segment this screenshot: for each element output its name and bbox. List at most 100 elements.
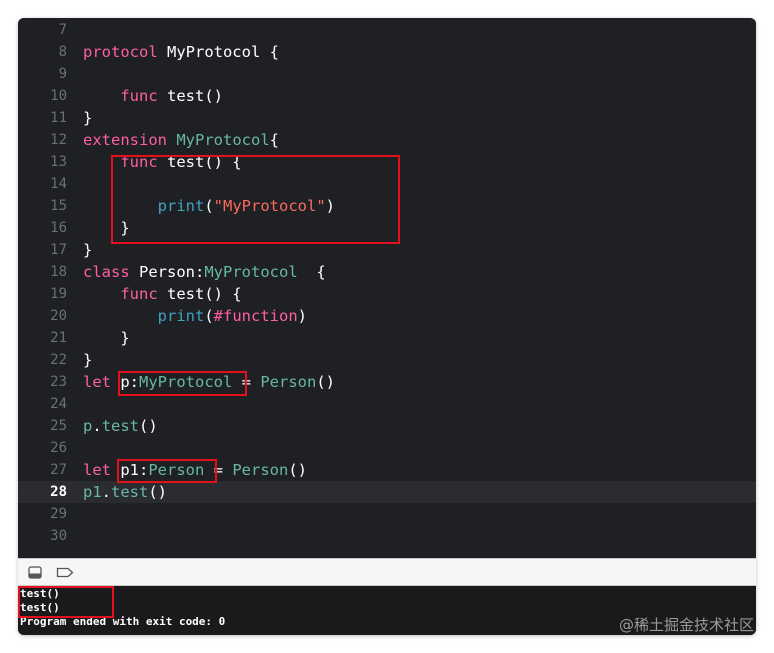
line-number: 12 bbox=[50, 132, 67, 148]
line-number: 22 bbox=[50, 352, 67, 368]
code-line[interactable]: 12 extension MyProtocol{ bbox=[18, 129, 756, 151]
code-text: p.test() bbox=[83, 415, 158, 437]
code-token: () bbox=[139, 417, 158, 435]
code-editor[interactable]: 7 8 protocol MyProtocol {9 10 func test() 11… bbox=[18, 18, 756, 558]
breakpoint-toggle-icon[interactable] bbox=[56, 564, 74, 580]
code-token: p1: bbox=[111, 461, 149, 479]
code-text: func test() bbox=[83, 85, 223, 107]
code-line[interactable]: 14 bbox=[18, 173, 756, 195]
code-text: print(#function) bbox=[83, 305, 307, 327]
line-number: 26 bbox=[50, 440, 67, 456]
code-token: "MyProtocol" bbox=[213, 197, 326, 215]
code-token: MyProtocol bbox=[204, 263, 298, 281]
code-token: MyProtocol bbox=[176, 131, 270, 149]
line-number: 8 bbox=[58, 44, 67, 60]
line-number: 10 bbox=[50, 88, 67, 104]
code-line[interactable]: 21 } bbox=[18, 327, 756, 349]
code-token: . bbox=[92, 417, 102, 435]
code-text: let p1:Person = Person() bbox=[83, 459, 307, 481]
watermark: @稀土掘金技术社区 bbox=[618, 616, 754, 634]
code-line[interactable]: 25 p.test() bbox=[18, 415, 756, 437]
code-token: } bbox=[83, 109, 93, 127]
code-text: func test() { bbox=[83, 283, 241, 305]
line-number: 29 bbox=[50, 506, 67, 522]
line-number: 15 bbox=[50, 198, 67, 214]
code-token: ) bbox=[325, 197, 335, 215]
code-token: #function bbox=[213, 307, 298, 325]
line-number: 21 bbox=[50, 330, 67, 346]
code-line[interactable]: 15 print("MyProtocol") bbox=[18, 195, 756, 217]
code-line[interactable]: 29 bbox=[18, 503, 756, 525]
code-token: print bbox=[157, 197, 205, 215]
code-line[interactable]: 16 } bbox=[18, 217, 756, 239]
code-token: } bbox=[83, 351, 93, 369]
code-line[interactable]: 30 bbox=[18, 525, 756, 547]
code-text: func test() { bbox=[83, 151, 241, 173]
line-number: 18 bbox=[50, 264, 67, 280]
code-token: () bbox=[148, 483, 168, 501]
code-token: let bbox=[83, 461, 111, 479]
line-number: 19 bbox=[50, 286, 67, 302]
code-text: protocol MyProtocol { bbox=[83, 41, 279, 63]
code-line[interactable]: 20 print(#function) bbox=[18, 305, 756, 327]
code-token: ( bbox=[204, 197, 214, 215]
code-token: let bbox=[83, 373, 111, 391]
code-token: func bbox=[120, 285, 158, 303]
line-number: 23 bbox=[50, 374, 67, 390]
code-token: test() bbox=[157, 87, 223, 105]
line-number: 14 bbox=[50, 176, 67, 192]
code-line[interactable]: 26 bbox=[18, 437, 756, 459]
code-token: { bbox=[269, 131, 280, 149]
code-line[interactable]: 8 protocol MyProtocol { bbox=[18, 41, 756, 63]
line-number: 16 bbox=[50, 220, 67, 236]
code-line[interactable]: 28 p1.test() bbox=[18, 481, 756, 503]
code-text: } bbox=[83, 217, 129, 239]
line-number: 20 bbox=[50, 308, 67, 324]
code-line[interactable]: 19 func test() { bbox=[18, 283, 756, 305]
code-line[interactable]: 22} bbox=[18, 349, 756, 371]
code-text: } bbox=[83, 327, 130, 349]
code-text: print("MyProtocol") bbox=[83, 195, 335, 217]
code-token: MyProtocol { bbox=[157, 43, 279, 61]
code-token: () bbox=[316, 373, 335, 391]
code-line[interactable]: 13 func test() { bbox=[18, 151, 756, 173]
line-number: 11 bbox=[50, 110, 67, 126]
hide-debug-area-icon[interactable] bbox=[26, 564, 44, 580]
code-text: extension MyProtocol{ bbox=[83, 129, 279, 151]
code-line[interactable]: 23 let p:MyProtocol = Person() bbox=[18, 371, 756, 393]
code-line[interactable]: 11} bbox=[18, 107, 756, 129]
line-number: 17 bbox=[50, 242, 67, 258]
code-token: Person bbox=[232, 461, 289, 479]
code-token: MyProtocol bbox=[139, 373, 233, 391]
code-line[interactable]: 18 class Person:MyProtocol { bbox=[18, 261, 756, 283]
code-token: } bbox=[83, 329, 130, 347]
code-token: Person: bbox=[129, 263, 205, 281]
code-text: } bbox=[83, 239, 92, 261]
line-number: 30 bbox=[50, 528, 67, 544]
code-token: func bbox=[120, 153, 158, 171]
xcode-playground-window: 7 8 protocol MyProtocol {9 10 func test() 11… bbox=[18, 18, 756, 635]
code-line[interactable]: 9 bbox=[18, 63, 756, 85]
code-token: ( bbox=[204, 307, 214, 325]
line-number: 13 bbox=[50, 154, 67, 170]
code-token: func bbox=[120, 87, 158, 105]
code-token: extension bbox=[83, 131, 167, 149]
code-text: p1.test() bbox=[83, 481, 167, 503]
code-token: test bbox=[111, 483, 149, 501]
code-line[interactable]: 10 func test() bbox=[18, 85, 756, 107]
code-line[interactable]: 24 bbox=[18, 393, 756, 415]
code-token: p: bbox=[111, 373, 139, 391]
console-line: test() bbox=[20, 587, 60, 600]
code-token: protocol bbox=[83, 43, 158, 61]
console-line: Program ended with exit code: 0 bbox=[20, 615, 226, 628]
line-number: 9 bbox=[58, 66, 67, 82]
code-token: () bbox=[288, 461, 307, 479]
line-number: 28 bbox=[50, 484, 67, 500]
code-line[interactable]: 17} bbox=[18, 239, 756, 261]
code-line[interactable]: 7 bbox=[18, 19, 756, 41]
code-line[interactable]: 27 let p1:Person = Person() bbox=[18, 459, 756, 481]
